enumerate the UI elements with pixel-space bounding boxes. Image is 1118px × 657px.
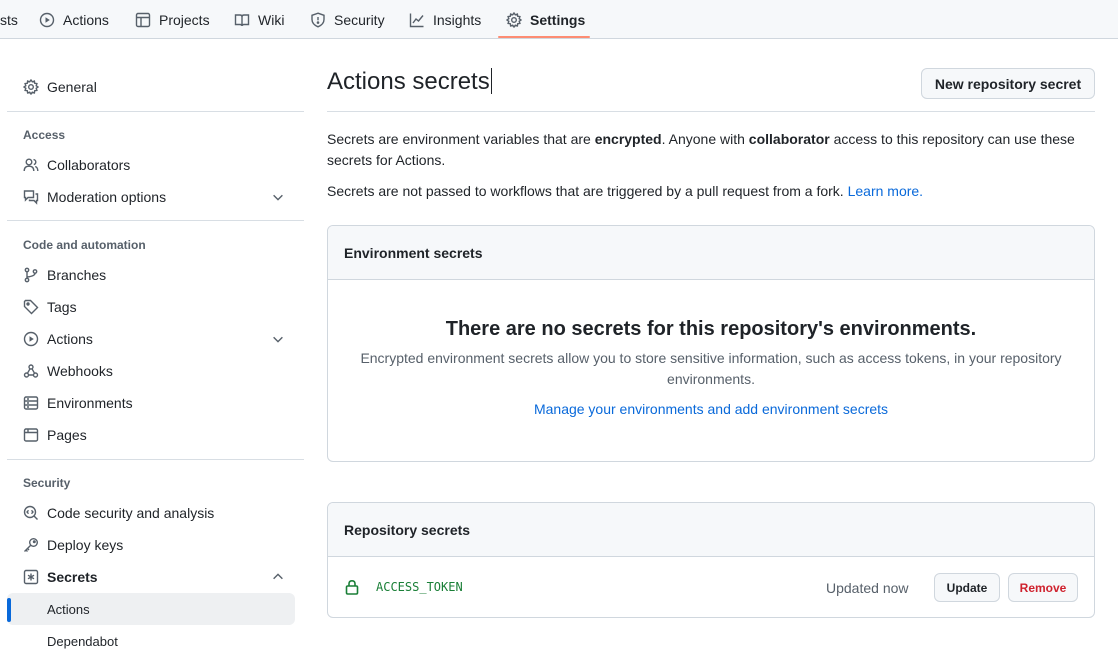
tab-label: Insights xyxy=(433,11,482,28)
tab-insights[interactable]: Insights xyxy=(401,0,489,39)
environment-secrets-header: Environment secrets xyxy=(328,226,1094,280)
sidebar-item-label: Deploy keys xyxy=(47,537,124,553)
sidebar-item-webhooks[interactable]: Webhooks xyxy=(7,355,295,387)
title-divider xyxy=(327,111,1095,112)
sidebar-item-label: Secrets xyxy=(47,569,98,585)
sidebar-item-secrets[interactable]: Secrets xyxy=(7,561,295,593)
sidebar-item-code-security[interactable]: Code security and analysis xyxy=(7,497,295,529)
gear-icon xyxy=(506,11,522,28)
chevron-up-icon[interactable] xyxy=(271,570,285,584)
manage-environments-link[interactable]: Manage your environments and add environ… xyxy=(328,401,1094,417)
shield-icon xyxy=(311,11,325,28)
tab-settings[interactable]: Settings xyxy=(498,0,593,39)
sidebar-item-collaborators[interactable]: Collaborators xyxy=(7,149,295,181)
repo-nav: sts Actions Projects Wiki Security Insig… xyxy=(0,0,1118,39)
sidebar-item-environments[interactable]: Environments xyxy=(7,387,295,419)
fork-note-text: Secrets are not passed to workflows that… xyxy=(327,183,848,199)
server-icon xyxy=(23,396,39,410)
empty-state-description: Encrypted environment secrets allow you … xyxy=(360,350,1062,387)
new-repository-secret-button[interactable]: New repository secret xyxy=(921,68,1095,99)
sidebar-divider xyxy=(7,459,304,460)
tab-label: Settings xyxy=(530,11,586,28)
asterisk-icon xyxy=(23,569,39,585)
sidebar-item-label: Collaborators xyxy=(47,157,131,173)
sidebar-heading-access: Access xyxy=(23,128,66,142)
active-item-indicator xyxy=(7,598,11,622)
book-icon xyxy=(234,13,250,26)
tab-actions[interactable]: Actions xyxy=(31,0,117,39)
page-title-text: Actions secrets xyxy=(327,68,490,95)
sidebar-item-label: Code security and analysis xyxy=(47,505,215,521)
sidebar-divider xyxy=(7,220,304,221)
tab-wiki[interactable]: Wiki xyxy=(226,0,292,39)
sidebar-item-label: Webhooks xyxy=(47,363,113,379)
sidebar-item-general[interactable]: General xyxy=(7,71,295,103)
sidebar-divider xyxy=(7,111,304,112)
repository-secrets-header: Repository secrets xyxy=(328,503,1094,557)
play-icon xyxy=(23,331,39,347)
repository-secrets-box: Repository secrets ACCESS_TOKEN Updated … xyxy=(327,502,1095,618)
people-icon xyxy=(23,158,39,172)
tab-projects[interactable]: Projects xyxy=(127,0,218,39)
sidebar-item-label: Moderation options xyxy=(47,189,167,205)
sidebar-item-actions[interactable]: Actions xyxy=(7,323,295,355)
lock-icon xyxy=(345,579,359,595)
sidebar-subitem-dependabot[interactable]: Dependabot xyxy=(7,625,295,657)
text-cursor xyxy=(490,68,492,94)
tab-pull-requests[interactable]: sts xyxy=(0,0,26,39)
gear-icon xyxy=(23,79,39,95)
secret-name: ACCESS_TOKEN xyxy=(376,580,463,594)
sidebar-item-tags[interactable]: Tags xyxy=(7,291,295,323)
table-icon xyxy=(135,12,151,27)
webhook-icon xyxy=(23,364,39,378)
page-title: Actions secrets xyxy=(327,68,492,96)
update-secret-button[interactable]: Update xyxy=(934,573,1000,602)
fork-note-paragraph: Secrets are not passed to workflows that… xyxy=(327,181,1095,202)
secret-row: ACCESS_TOKEN Updated now Update Remove xyxy=(328,558,1094,617)
sidebar-item-deploy-keys[interactable]: Deploy keys xyxy=(7,529,295,561)
sidebar-subitem-label: Actions xyxy=(47,601,90,617)
tab-label: Actions xyxy=(63,11,109,28)
chevron-down-icon[interactable] xyxy=(271,332,285,346)
sidebar-item-label: Tags xyxy=(47,299,77,315)
tab-label: Projects xyxy=(159,11,210,28)
tag-icon xyxy=(23,299,39,315)
browser-icon xyxy=(23,428,39,442)
tab-label: sts xyxy=(0,11,18,28)
sidebar-item-moderation[interactable]: Moderation options xyxy=(7,181,295,213)
key-icon xyxy=(24,538,38,552)
sidebar-item-pages[interactable]: Pages xyxy=(7,419,295,451)
intro-emphasis-encrypted: encrypted xyxy=(594,131,662,147)
sidebar-subitem-actions[interactable]: Actions xyxy=(7,593,295,625)
codescan-icon xyxy=(23,505,38,520)
graph-icon xyxy=(409,13,424,27)
sidebar-item-label: Actions xyxy=(47,331,93,347)
git-branch-icon xyxy=(24,267,38,283)
sidebar-subitem-label: Dependabot xyxy=(47,633,118,649)
tab-label: Security xyxy=(334,11,385,28)
chevron-down-icon[interactable] xyxy=(271,190,285,204)
environment-secrets-box: Environment secrets There are no secrets… xyxy=(327,225,1095,462)
secret-updated-time: Updated now xyxy=(826,580,909,596)
sidebar-heading-code-automation: Code and automation xyxy=(23,238,146,252)
tab-label: Wiki xyxy=(258,11,285,28)
intro-text: Secrets are environment variables that a… xyxy=(327,131,595,147)
sidebar-item-label: Environments xyxy=(47,395,133,411)
remove-secret-button[interactable]: Remove xyxy=(1008,573,1078,602)
intro-paragraph: Secrets are environment variables that a… xyxy=(327,129,1095,171)
intro-text: . Anyone with xyxy=(661,131,749,147)
play-icon xyxy=(39,12,55,27)
active-tab-underline xyxy=(498,36,590,38)
sidebar-item-label: Pages xyxy=(47,427,87,443)
tab-security[interactable]: Security xyxy=(302,0,393,39)
sidebar-item-label: Branches xyxy=(47,267,107,283)
learn-more-link[interactable]: Learn more. xyxy=(848,183,923,199)
sidebar-item-label: General xyxy=(47,79,97,95)
sidebar-item-branches[interactable]: Branches xyxy=(7,259,295,291)
comment-discussion-icon xyxy=(23,190,39,205)
sidebar-heading-security: Security xyxy=(23,476,71,490)
empty-state-title: There are no secrets for this repository… xyxy=(445,318,977,340)
intro-emphasis-collaborator: collaborator xyxy=(748,131,830,147)
